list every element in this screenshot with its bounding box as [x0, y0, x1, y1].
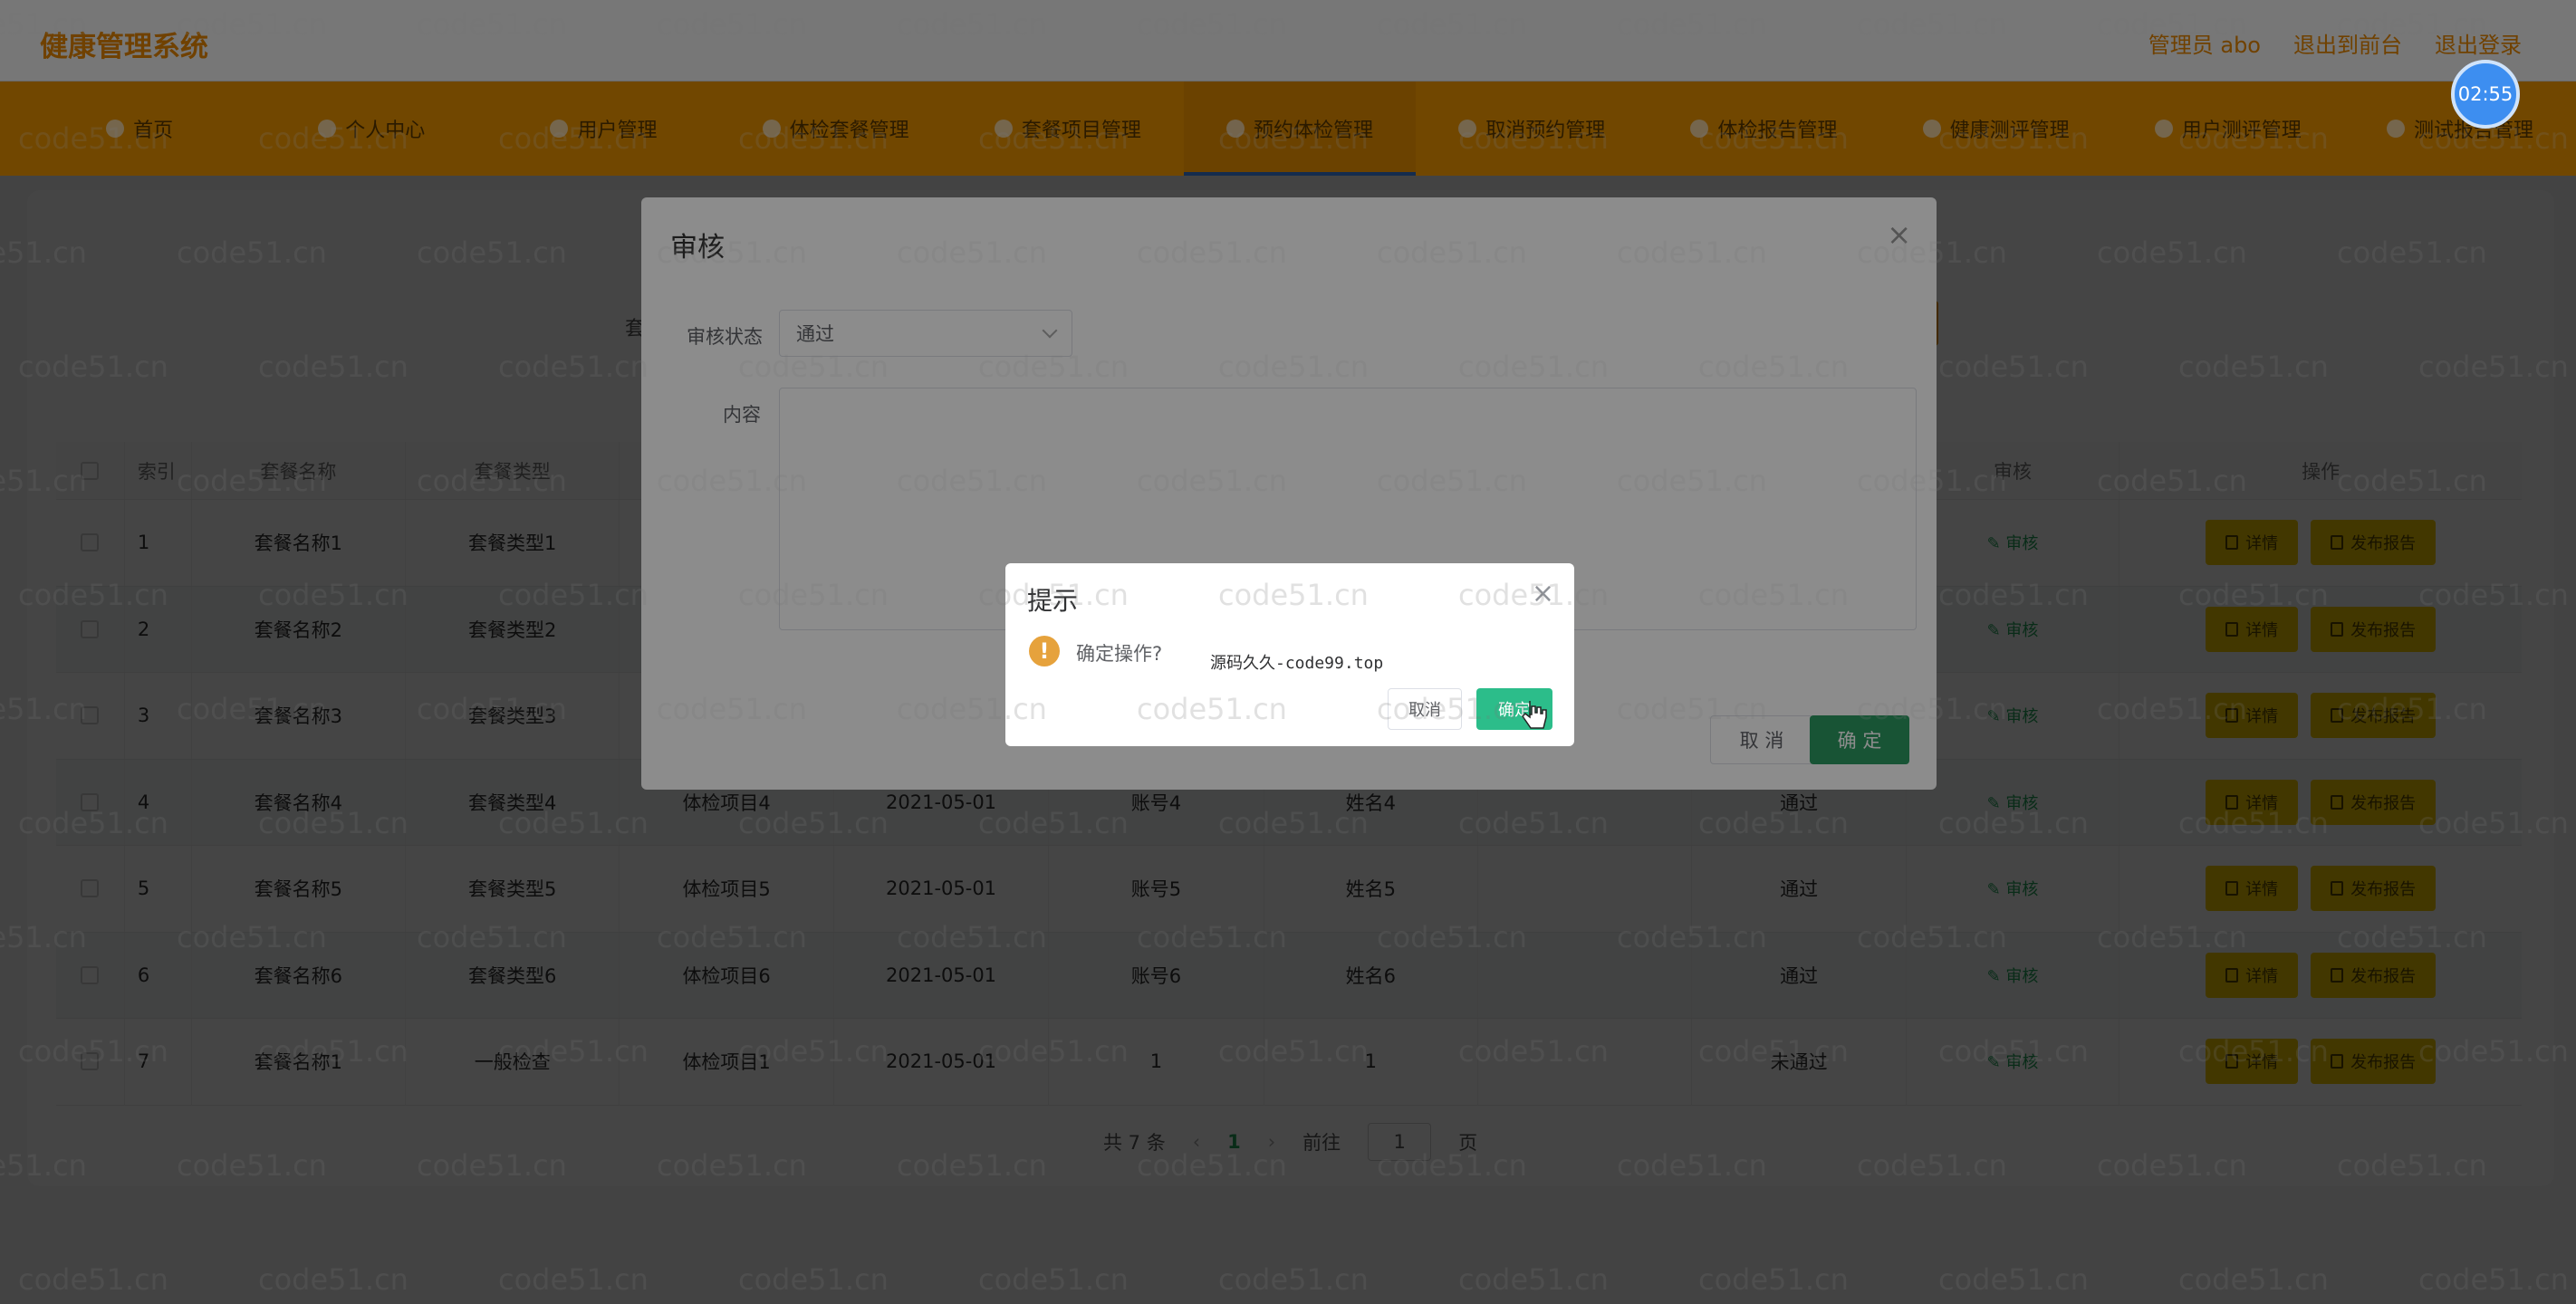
confirm-message: 确定操作?	[1076, 643, 1163, 665]
confirm-cancel-button[interactable]: 取消	[1388, 688, 1462, 730]
hand-cursor-icon	[1522, 701, 1547, 729]
confirm-title: 提示	[1027, 586, 1079, 616]
confirm-message-box: 提示 × ! 确定操作? 源码久久-code99.top 取消 确定	[1005, 563, 1574, 746]
warning-icon: !	[1029, 636, 1060, 666]
close-icon[interactable]: ×	[1532, 578, 1554, 609]
timer-badge: 02:55	[2451, 60, 2520, 129]
overlay-text: 源码久久-code99.top	[1210, 654, 1384, 673]
